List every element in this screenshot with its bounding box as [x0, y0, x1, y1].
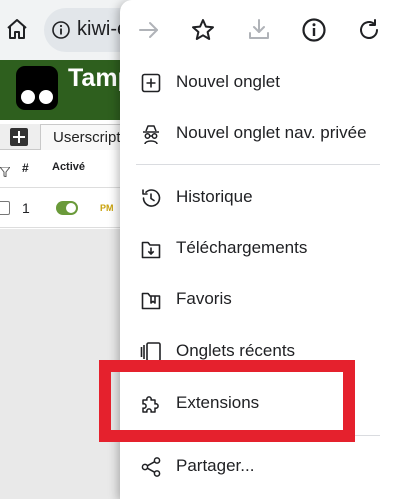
menu-item-bookmarks[interactable]: Favoris [120, 277, 400, 323]
overflow-menu: Nouvel onglet Nouvel onglet nav. privée … [120, 0, 400, 499]
menu-item-new-tab[interactable]: Nouvel onglet [120, 60, 400, 106]
menu-divider [136, 435, 380, 436]
recent-tabs-icon [140, 341, 162, 363]
menu-item-private-tab[interactable]: Nouvel onglet nav. privée [120, 111, 400, 157]
history-icon [140, 187, 162, 209]
menu-item-downloads[interactable]: Téléchargements [120, 226, 400, 272]
menu-item-label: Historique [176, 187, 253, 206]
filter-icon[interactable] [0, 164, 12, 182]
column-active[interactable]: Activé [52, 161, 85, 173]
forward-icon[interactable] [136, 17, 162, 43]
menu-item-label: Onglets récents [176, 341, 296, 360]
menu-top-bar [120, 0, 400, 62]
menu-divider [136, 164, 380, 165]
share-icon [140, 456, 162, 478]
tampermonkey-logo [16, 66, 58, 110]
menu-item-history[interactable]: Historique [120, 175, 400, 221]
info-icon[interactable] [301, 17, 327, 43]
menu-item-label: Nouvel onglet [176, 72, 280, 91]
downloads-icon [140, 238, 162, 260]
column-number[interactable]: # [22, 161, 29, 175]
menu-item-label: Favoris [176, 289, 232, 308]
download-icon[interactable] [246, 17, 272, 43]
menu-item-share[interactable]: Partager... [120, 444, 400, 490]
refresh-icon[interactable] [356, 17, 382, 43]
star-icon[interactable] [190, 17, 216, 43]
row-number: 1 [22, 200, 30, 216]
script-icon: PM [100, 203, 114, 213]
menu-item-label: Partager... [176, 456, 255, 475]
incognito-icon [140, 123, 162, 145]
bookmarks-icon [140, 289, 162, 311]
home-icon[interactable] [4, 16, 30, 42]
row-checkbox[interactable] [0, 201, 10, 215]
menu-item-extensions[interactable]: Extensions [120, 381, 400, 427]
menu-item-label: Nouvel onglet nav. privée [176, 123, 367, 142]
menu-item-label: Extensions [176, 393, 260, 412]
add-script-icon[interactable] [10, 128, 28, 146]
enabled-toggle[interactable] [56, 201, 78, 215]
extensions-icon [140, 393, 162, 415]
new-tab-icon [140, 72, 162, 94]
menu-item-recent-tabs[interactable]: Onglets récents [120, 329, 400, 375]
menu-item-label: Téléchargements [176, 238, 308, 257]
info-icon[interactable] [52, 21, 70, 39]
